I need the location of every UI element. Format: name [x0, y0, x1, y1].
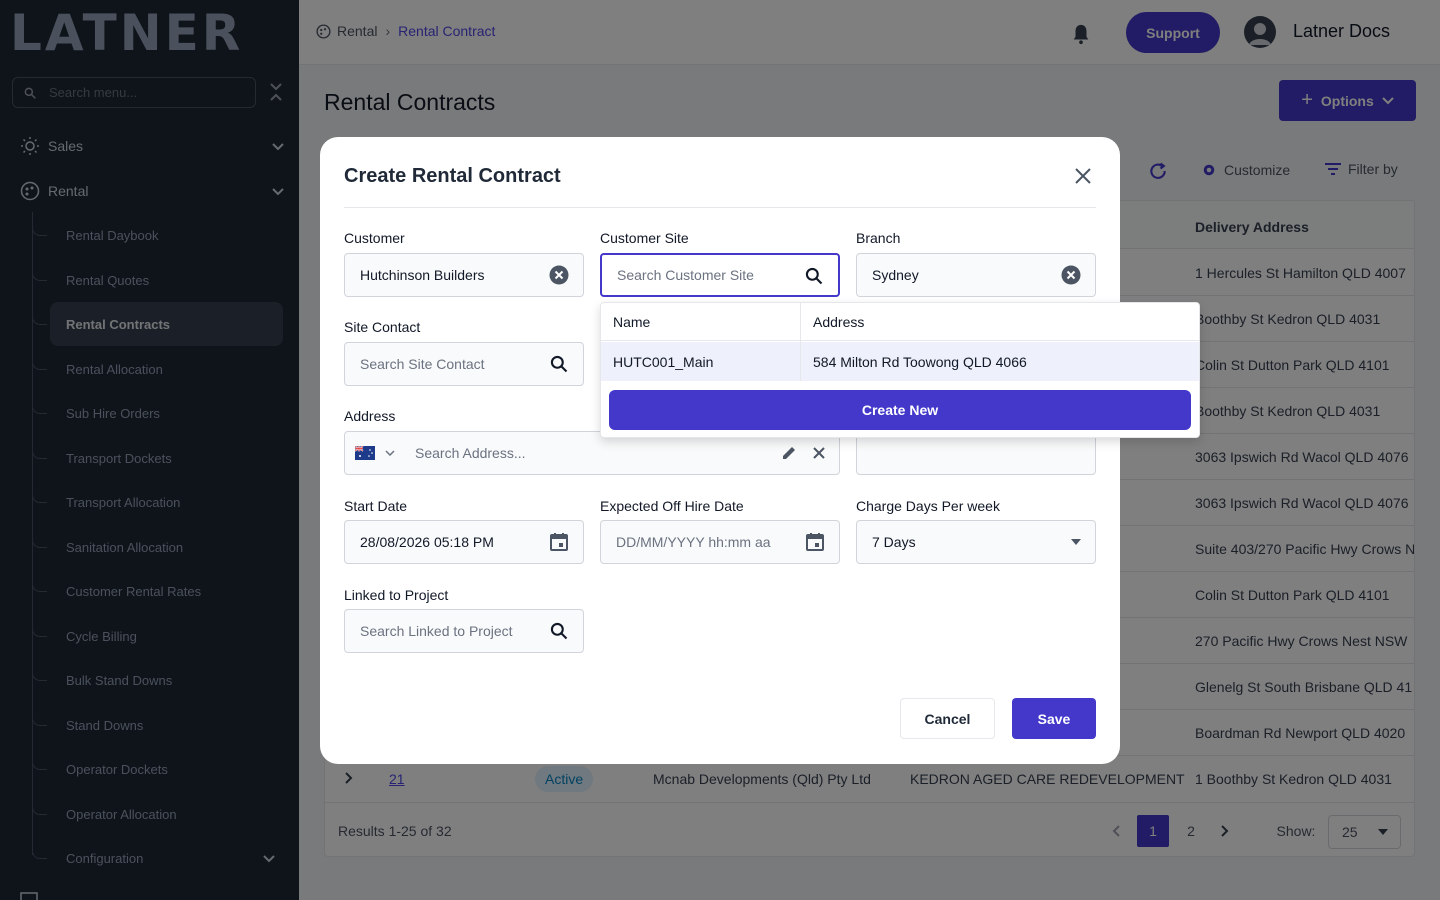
customer-label: Customer	[344, 230, 405, 246]
divider	[344, 207, 1096, 208]
modal-title: Create Rental Contract	[344, 165, 561, 187]
name-column-header: Name	[613, 314, 651, 330]
address-label: Address	[344, 408, 396, 424]
dropdown-option[interactable]: HUTC001_Main 584 Milton Rd Toowong QLD 4…	[601, 342, 1199, 381]
off-hire-date-label: Expected Off Hire Date	[600, 498, 744, 514]
pencil-icon[interactable]	[781, 445, 797, 461]
charge-days-label: Charge Days Per week	[856, 498, 1000, 514]
calendar-icon[interactable]	[549, 532, 569, 552]
create-new-button[interactable]: Create New	[609, 390, 1191, 430]
start-date-input[interactable]: 28/08/2026 05:18 PM	[344, 520, 584, 564]
charge-days-select[interactable]: 7 Days	[856, 520, 1096, 564]
branch-value: Sydney	[872, 267, 919, 283]
start-date-value: 28/08/2026 05:18 PM	[360, 534, 494, 550]
address-column-header: Address	[813, 314, 865, 330]
flag-australia-icon[interactable]	[355, 446, 395, 460]
search-icon[interactable]	[804, 266, 824, 286]
site-contact-label: Site Contact	[344, 319, 421, 335]
branch-field[interactable]: Sydney	[856, 253, 1096, 297]
linked-project-input[interactable]: Search Linked to Project	[344, 609, 584, 653]
search-icon[interactable]	[549, 621, 569, 641]
off-hire-date-placeholder: DD/MM/YYYY hh:mm aa	[616, 534, 771, 550]
column-divider	[800, 303, 801, 381]
linked-project-label: Linked to Project	[344, 587, 449, 603]
clear-icon[interactable]	[549, 265, 569, 285]
customer-site-label: Customer Site	[600, 230, 689, 246]
create-rental-contract-modal: Create Rental Contract Customer Hutchins…	[320, 137, 1120, 764]
search-icon[interactable]	[549, 354, 569, 374]
customer-site-dropdown: Name Address HUTC001_Main 584 Milton Rd …	[600, 302, 1200, 438]
customer-value: Hutchinson Builders	[360, 267, 485, 283]
option-name: HUTC001_Main	[613, 354, 714, 370]
dropdown-header: Name Address	[601, 303, 1199, 341]
start-date-label: Start Date	[344, 498, 408, 514]
customer-field[interactable]: Hutchinson Builders	[344, 253, 584, 297]
address-placeholder: Search Address...	[415, 445, 526, 461]
option-address: 584 Milton Rd Toowong QLD 4066	[813, 354, 1027, 370]
close-icon[interactable]	[813, 447, 825, 459]
calendar-icon[interactable]	[805, 532, 825, 552]
caret-down-icon	[1071, 539, 1081, 545]
off-hire-date-input[interactable]: DD/MM/YYYY hh:mm aa	[600, 520, 840, 564]
branch-label: Branch	[856, 230, 901, 246]
close-icon[interactable]	[1074, 167, 1092, 190]
linked-project-placeholder: Search Linked to Project	[360, 623, 513, 639]
site-contact-input[interactable]: Search Site Contact	[344, 342, 584, 386]
charge-days-value: 7 Days	[872, 534, 916, 550]
save-button[interactable]: Save	[1012, 698, 1096, 739]
customer-site-input[interactable]: Search Customer Site	[600, 253, 840, 297]
cancel-button[interactable]: Cancel	[900, 698, 995, 739]
site-contact-placeholder: Search Site Contact	[360, 356, 485, 372]
chevron-down-icon	[385, 450, 395, 456]
customer-site-placeholder: Search Customer Site	[617, 267, 754, 283]
clear-icon[interactable]	[1061, 265, 1081, 285]
